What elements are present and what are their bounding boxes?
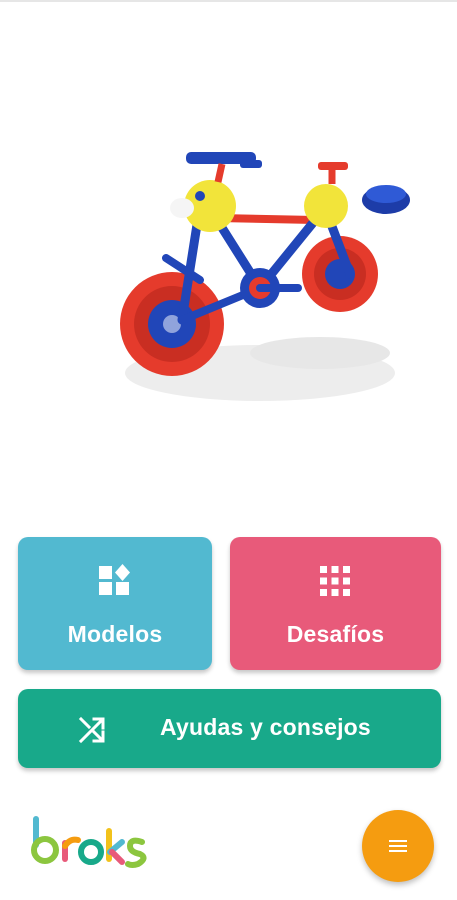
bicycle-model-image (120, 152, 410, 401)
broks-logo: broks (31, 816, 147, 868)
menu-fab-button[interactable] (362, 810, 434, 882)
shuffle-icon (78, 716, 105, 744)
modelos-label: Modelos (67, 621, 163, 647)
modelos-button[interactable]: Modelos (18, 537, 212, 670)
shapes-icon (99, 564, 130, 595)
top-divider (0, 0, 457, 2)
menu-icon (389, 840, 407, 852)
grid-icon (320, 566, 350, 596)
ayudas-label: Ayudas y consejos (160, 714, 371, 740)
desafios-button[interactable]: Desafíos (230, 537, 441, 670)
desafios-label: Desafíos (286, 621, 385, 647)
ayudas-y-consejos-button[interactable]: Ayudas y consejos (18, 689, 441, 768)
